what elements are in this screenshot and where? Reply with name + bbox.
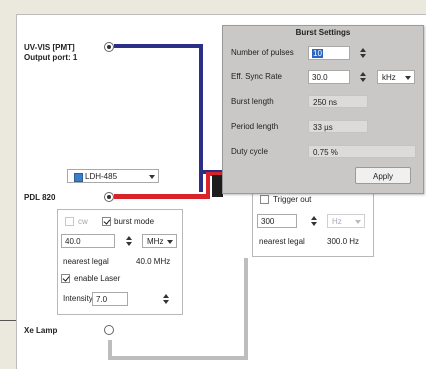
burst-mode-label: burst mode	[114, 217, 155, 226]
burst-settings-dialog: Burst Settings Number of pulses 10 Eff. …	[222, 25, 424, 194]
increment-icon	[360, 48, 366, 52]
burst-settings-title: Burst Settings	[295, 28, 351, 37]
chevron-down-icon	[355, 220, 361, 224]
apply-button[interactable]: Apply	[355, 167, 411, 184]
trigger-unit-select[interactable]: Hz	[327, 214, 365, 228]
trigger-rate-input[interactable]: 300	[257, 214, 297, 228]
xe-wire-up	[244, 258, 248, 360]
ldh-laser-icon	[74, 173, 83, 182]
trigger-unit-value: Hz	[332, 217, 342, 226]
intensity-label: Intensity	[63, 294, 93, 303]
pdl-nearest-legal-label: nearest legal	[63, 257, 109, 266]
enable-laser-checkbox[interactable]	[61, 274, 70, 283]
decrement-icon	[360, 78, 366, 82]
pulses-label: Number of pulses	[231, 48, 294, 57]
trigger-out-label: Trigger out	[273, 195, 312, 204]
trigger-nearest-legal-value: 300.0 Hz	[327, 237, 360, 246]
enable-laser-label: enable Laser	[74, 274, 121, 283]
cw-label: cw	[78, 217, 88, 226]
pdl-port-icon[interactable]	[104, 192, 114, 202]
burst-mode-checkbox[interactable]	[102, 217, 111, 226]
laser-head-value: LDH-485	[85, 172, 118, 181]
pdl-wire-horizontal	[114, 194, 210, 199]
intensity-input[interactable]: 7.0	[92, 292, 128, 306]
laser-head-select[interactable]: LDH-485	[67, 169, 159, 183]
pdl-settings-group: cw burst mode 40.0 MHz nearest legal 40.…	[57, 209, 183, 315]
trigger-nearest-legal-label: nearest legal	[259, 237, 305, 246]
increment-icon	[126, 236, 132, 240]
sync-rate-input[interactable]: 30.0	[308, 70, 350, 84]
pdl-title: PDL 820	[24, 193, 56, 202]
trigger-rate-stepper[interactable]	[309, 214, 320, 228]
chevron-down-icon	[405, 76, 411, 80]
pdl-nearest-legal-value: 40.0 MHz	[136, 257, 171, 266]
xe-lamp-title: Xe Lamp	[24, 326, 58, 335]
pulses-value: 10	[312, 49, 323, 58]
sync-rate-label: Eff. Sync Rate	[231, 72, 282, 81]
decrement-icon	[360, 54, 366, 58]
uv-vis-subtitle: Output port: 1	[24, 53, 78, 62]
frequency-unit-select[interactable]: MHz	[142, 234, 177, 248]
decrement-icon	[311, 222, 317, 226]
decrement-icon	[126, 242, 132, 246]
increment-icon	[360, 72, 366, 76]
frequency-stepper[interactable]	[124, 234, 135, 248]
xe-lamp-port-icon[interactable]	[104, 325, 114, 335]
duty-cycle-label: Duty cycle	[231, 147, 268, 156]
sync-rate-unit-value: kHz	[382, 73, 396, 82]
chevron-down-icon	[149, 175, 155, 179]
period-length-value: 33 µs	[308, 120, 368, 133]
xe-wire-horizontal	[108, 356, 248, 360]
checkmark-icon	[103, 217, 111, 225]
decrement-icon	[163, 300, 169, 304]
sync-rate-stepper[interactable]	[358, 70, 369, 84]
frequency-input[interactable]: 40.0	[61, 234, 115, 248]
external-connector-line	[0, 320, 16, 321]
increment-icon	[311, 216, 317, 220]
period-length-label: Period length	[231, 122, 279, 131]
frequency-unit-value: MHz	[147, 237, 164, 246]
trigger-settings-group: Trigger out 300 Hz nearest legal 300.0 H…	[252, 190, 374, 257]
uv-vis-title: UV-VIS [PMT]	[24, 43, 75, 52]
uv-vis-wire-horizontal	[114, 44, 203, 48]
pulses-stepper[interactable]	[358, 46, 369, 60]
duty-cycle-value: 0.75 %	[308, 145, 416, 158]
cw-checkbox[interactable]	[65, 217, 74, 226]
intensity-stepper[interactable]	[161, 292, 172, 306]
increment-icon	[163, 294, 169, 298]
checkmark-icon	[62, 274, 70, 282]
trigger-out-checkbox[interactable]	[260, 195, 269, 204]
burst-length-label: Burst length	[231, 97, 274, 106]
uv-vis-port-icon[interactable]	[104, 42, 114, 52]
chevron-down-icon	[167, 240, 173, 244]
pulses-input[interactable]: 10	[308, 46, 350, 60]
sync-rate-unit-select[interactable]: kHz	[377, 70, 415, 84]
burst-length-value: 250 ns	[308, 95, 368, 108]
